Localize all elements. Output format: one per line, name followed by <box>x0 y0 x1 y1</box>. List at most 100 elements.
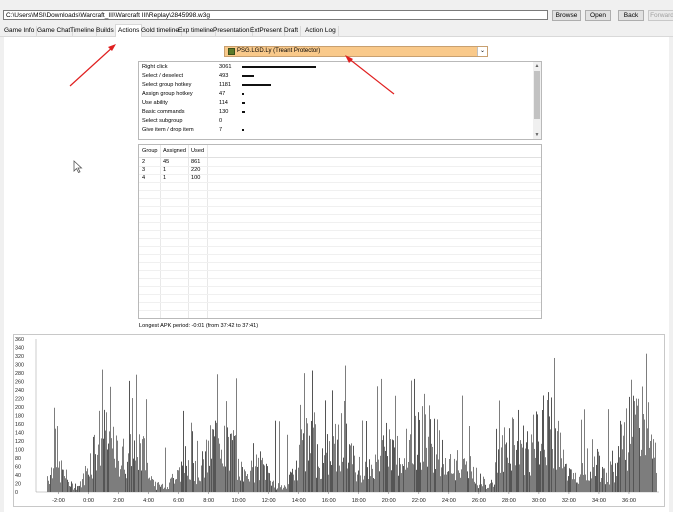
tab-builds[interactable]: Builds <box>94 26 117 36</box>
apm-bar <box>621 424 622 492</box>
forward-button[interactable]: Forward <box>648 10 673 21</box>
apm-bar <box>197 440 198 492</box>
apm-bar <box>448 471 449 492</box>
apm-bar <box>235 435 236 492</box>
apm-bar <box>535 457 536 492</box>
replay-path-input[interactable]: C:\Users\MSI\Downloads\Warcraft_III\Warc… <box>3 10 548 20</box>
scroll-up-icon[interactable]: ▲ <box>533 62 541 70</box>
apm-bar <box>470 456 471 492</box>
apm-bar <box>579 476 580 492</box>
apm-bar <box>496 428 497 492</box>
apm-bar <box>532 442 533 492</box>
action-bar <box>242 75 254 77</box>
apm-bar <box>578 483 579 492</box>
apm-bar <box>163 488 164 492</box>
apm-bar <box>515 465 516 492</box>
apm-bar <box>569 468 570 492</box>
apm-bar <box>116 435 117 492</box>
apm-bar <box>282 489 283 492</box>
column-header-used[interactable]: Used <box>191 148 204 154</box>
apm-bar <box>351 443 352 492</box>
column-header-assigned[interactable]: Assigned <box>163 148 186 154</box>
apm-bar <box>287 434 288 492</box>
tab-presentation[interactable]: Presentation <box>211 26 253 36</box>
apm-bar <box>56 467 57 492</box>
apm-bar <box>299 444 300 492</box>
apm-bar <box>93 436 94 492</box>
group-hotkey-table[interactable]: Group Assigned Used 2 45 861 3 1 220 4 1… <box>138 144 542 319</box>
apm-bar <box>549 416 550 492</box>
apm-bar <box>213 429 214 492</box>
tab-game-info[interactable]: Game Info <box>2 26 38 36</box>
tab-timeline[interactable]: Timeline <box>68 26 98 36</box>
apm-bar <box>141 470 142 492</box>
apm-bar <box>445 458 446 492</box>
apm-bar <box>397 435 398 492</box>
apm-bar <box>75 483 76 492</box>
apm-bar <box>342 461 343 492</box>
apm-bar <box>376 461 377 492</box>
tab-action-log[interactable]: Action Log <box>303 26 339 36</box>
apm-bar <box>233 430 234 492</box>
apm-bar <box>203 459 204 492</box>
back-button[interactable]: Back <box>618 10 644 21</box>
apm-bar <box>236 378 237 492</box>
apm-bar <box>544 449 545 492</box>
vertical-scrollbar[interactable]: ▲ ▼ <box>533 62 541 139</box>
tab-draft[interactable]: Draft <box>282 26 302 36</box>
apm-bar <box>173 478 174 492</box>
apm-bar <box>405 469 406 492</box>
apm-bar <box>326 452 327 492</box>
apm-bar <box>232 440 233 492</box>
apm-bar <box>302 440 303 492</box>
apm-bar <box>419 419 420 492</box>
apm-bar <box>60 482 61 492</box>
apm-bar <box>264 465 265 492</box>
apm-bar <box>198 477 199 492</box>
apm-bar <box>561 458 562 492</box>
apm-bar <box>502 435 503 492</box>
apm-bar <box>132 398 133 492</box>
apm-bar <box>362 420 363 492</box>
apm-bar <box>200 481 201 492</box>
apm-bar <box>167 487 168 492</box>
tab-bar: Game Info Game Chat Timeline Builds Acti… <box>0 24 673 37</box>
apm-bar <box>446 474 447 492</box>
apm-bar <box>353 445 354 492</box>
apm-bar <box>503 471 504 492</box>
apm-chart-svg: 0 20 40 60 80 100 120 140 160 180 200 220 240 260 280 3… <box>15 337 659 504</box>
apm-bar <box>391 470 392 492</box>
y-tick-label: 360 <box>15 337 24 343</box>
apm-bar <box>318 466 319 492</box>
apm-bar <box>176 478 177 492</box>
apm-bar <box>547 400 548 492</box>
column-header-group[interactable]: Group <box>142 148 158 154</box>
apm-bar <box>310 453 311 492</box>
apm-bar <box>222 463 223 492</box>
apm-bar <box>145 470 146 492</box>
apm-bar <box>358 470 359 492</box>
action-bar <box>242 129 244 131</box>
apm-bar <box>408 461 409 492</box>
apm-bar <box>292 468 293 492</box>
action-name: Select subgroup <box>142 118 183 124</box>
browse-button[interactable]: Browse <box>552 10 581 21</box>
apm-bar <box>418 412 419 492</box>
apm-bar <box>497 472 498 492</box>
chevron-down-icon[interactable]: ⌄ <box>477 47 487 56</box>
y-tick-label: 60 <box>15 465 21 471</box>
apm-bar <box>64 476 65 492</box>
apm-bar <box>82 479 83 492</box>
scrollbar-thumb[interactable] <box>534 71 540 119</box>
apm-bar <box>306 418 307 492</box>
open-button[interactable]: Open <box>585 10 611 21</box>
tab-extpresent[interactable]: ExtPresent <box>248 26 285 36</box>
apm-bar <box>243 481 244 492</box>
apm-bar <box>540 451 541 492</box>
apm-bar <box>86 471 87 492</box>
scroll-down-icon[interactable]: ▼ <box>533 131 541 139</box>
apm-bar <box>223 466 224 492</box>
apm-bar <box>589 480 590 492</box>
apm-bar <box>136 374 137 492</box>
apm-bar <box>487 487 488 492</box>
